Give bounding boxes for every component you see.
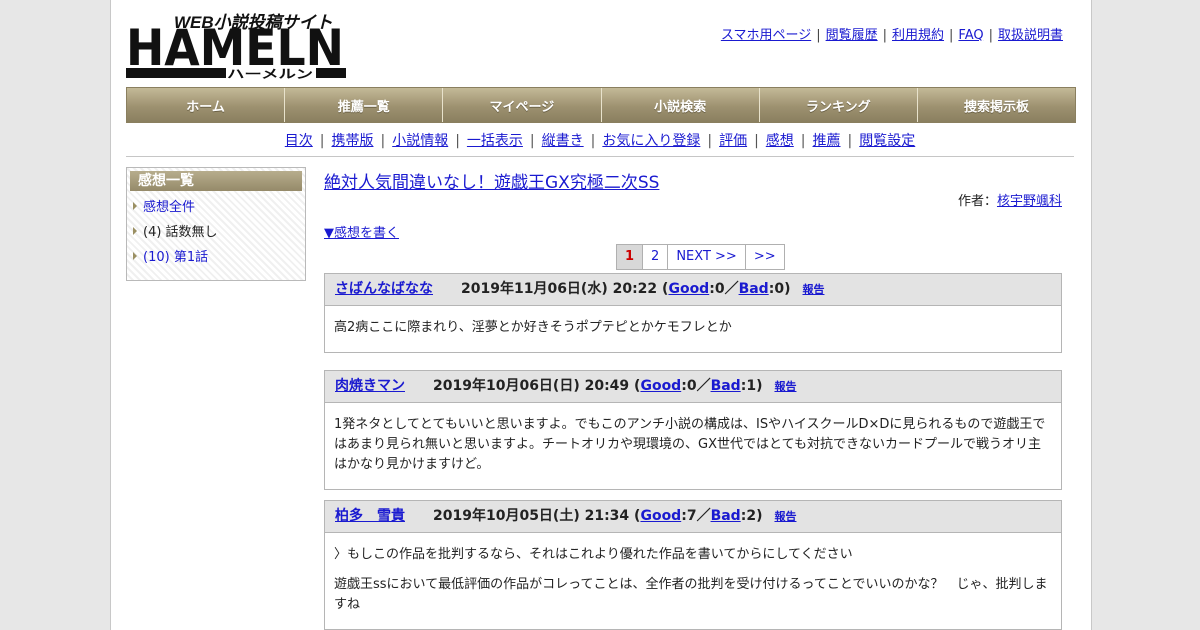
logo-kana: ハーメルン bbox=[227, 67, 313, 80]
history-link[interactable]: 閲覧履歴 bbox=[826, 28, 878, 43]
review-sidebar: 感想一覧 感想全件 (4) 話数無し (10) 第1話 bbox=[126, 167, 306, 281]
review-date: 2019年10月06日(日) 20:49 bbox=[433, 378, 630, 394]
subnav-recommend[interactable]: 推薦 bbox=[813, 133, 841, 149]
review-text: 1発ネタとしてとてもいいと思いますよ。でもこのアンチ小説の構成は、ISやハイスク… bbox=[334, 417, 1046, 472]
good-count: 0 bbox=[714, 281, 725, 297]
top-links: スマホ用ページ | 閲覧履歴 | 利用規約 | FAQ | 取扱説明書 bbox=[720, 28, 1063, 43]
author-line: 作者：核宇野颯科 bbox=[958, 190, 1062, 209]
bad-count: 0 bbox=[774, 281, 785, 297]
bullet-icon bbox=[133, 252, 137, 260]
faq-link[interactable]: FAQ bbox=[958, 28, 983, 43]
reviewer-name[interactable]: 肉焼きマン bbox=[335, 378, 405, 394]
reviewer-name[interactable]: 柏多 雪貴 bbox=[335, 508, 405, 524]
page: WEB小説投稿サイト HAMELN ハーメルン スマホ用ページ | 閲覧履歴 | 利用規… bbox=[110, 0, 1092, 630]
review-date: 2019年11月06日(水) 20:22 bbox=[461, 281, 658, 297]
pager-last[interactable]: >> bbox=[745, 245, 784, 269]
review-text: 遊戯王ssにおいて最低評価の作品がコレってことは、全作者の批判を受け付けるってこ… bbox=[334, 577, 1048, 612]
nav-recommend-list[interactable]: 推薦一覧 bbox=[285, 88, 444, 122]
sidebar-item-episode-1[interactable]: (10) 第1話 bbox=[127, 245, 305, 270]
subnav-favorite[interactable]: お気に入り登録 bbox=[602, 133, 700, 149]
nav-novel-search[interactable]: 小説検索 bbox=[601, 88, 760, 122]
subnav-toc[interactable]: 目次 bbox=[285, 133, 313, 149]
review-header: 柏多 雪貴 2019年10月05日(土) 21:34 (Good:7／Bad:2)… bbox=[325, 501, 1061, 533]
review-body: 1発ネタとしてとてもいいと思いますよ。でもこのアンチ小説の構成は、ISやハイスク… bbox=[325, 403, 1061, 489]
bad-button[interactable]: Bad bbox=[711, 378, 741, 394]
smartphone-page-link[interactable]: スマホ用ページ bbox=[721, 28, 811, 43]
pager: 1 2 NEXT >> >> bbox=[616, 244, 785, 270]
sidebar-item-label[interactable]: 感想全件 bbox=[143, 200, 195, 215]
report-link[interactable]: 報告 bbox=[802, 283, 824, 296]
review-text: 〉もしこの作品を批判するなら、それはこれより優れた作品を書いてからにしてください bbox=[334, 547, 853, 562]
main-content: 絶対人気間違いなし！遊戯王GX究極二次SS 作者：核宇野颯科 ▼感想を書く 1 … bbox=[324, 168, 1062, 630]
sidebar-item-all[interactable]: 感想全件 bbox=[127, 195, 305, 220]
subnav-novel-info[interactable]: 小説情報 bbox=[392, 133, 448, 149]
sidebar-item-no-episode: (4) 話数無し bbox=[127, 220, 305, 245]
pager-current: 1 bbox=[617, 245, 644, 269]
bad-count: 1 bbox=[746, 378, 757, 394]
report-link[interactable]: 報告 bbox=[774, 380, 796, 393]
author-label: 作者： bbox=[957, 194, 997, 209]
good-button[interactable]: Good bbox=[668, 281, 709, 297]
subnav-show-all[interactable]: 一括表示 bbox=[467, 133, 523, 149]
manual-link[interactable]: 取扱説明書 bbox=[998, 28, 1063, 43]
review-header: さばんなばなな 2019年11月06日(水) 20:22 (Good:0／Bad:… bbox=[325, 274, 1061, 306]
nav-mypage[interactable]: マイページ bbox=[443, 88, 602, 122]
subnav-view-settings[interactable]: 閲覧設定 bbox=[859, 133, 915, 149]
bad-button[interactable]: Bad bbox=[739, 281, 769, 297]
write-review-link[interactable]: ▼感想を書く bbox=[324, 222, 399, 241]
report-link[interactable]: 報告 bbox=[774, 510, 796, 523]
subnav-mobile[interactable]: 携帯版 bbox=[331, 133, 373, 149]
review-body: 〉もしこの作品を批判するなら、それはこれより優れた作品を書いてからにしてください… bbox=[325, 533, 1061, 629]
sidebar-item-label: (4) 話数無し bbox=[143, 225, 218, 240]
review-header: 肉焼きマン 2019年10月06日(日) 20:49 (Good:0／Bad:1)… bbox=[325, 371, 1061, 403]
sidebar-title: 感想一覧 bbox=[130, 171, 302, 191]
good-count: 0 bbox=[686, 378, 697, 394]
review-item: さばんなばなな 2019年11月06日(水) 20:22 (Good:0／Bad:… bbox=[324, 273, 1062, 353]
pager-page-2[interactable]: 2 bbox=[643, 245, 669, 269]
review-item: 柏多 雪貴 2019年10月05日(土) 21:34 (Good:7／Bad:2)… bbox=[324, 500, 1062, 630]
author-link[interactable]: 核宇野颯科 bbox=[997, 194, 1062, 209]
bad-button[interactable]: Bad bbox=[711, 508, 741, 524]
subnav-rating[interactable]: 評価 bbox=[719, 133, 747, 149]
reviewer-name[interactable]: さばんなばなな bbox=[335, 281, 433, 297]
subnav-vertical[interactable]: 縦書き bbox=[542, 133, 584, 149]
review-item: 肉焼きマン 2019年10月06日(日) 20:49 (Good:0／Bad:1)… bbox=[324, 370, 1062, 490]
good-button[interactable]: Good bbox=[640, 378, 681, 394]
novel-title[interactable]: 絶対人気間違いなし！遊戯王GX究極二次SS bbox=[324, 168, 659, 193]
good-count: 7 bbox=[686, 508, 697, 524]
review-text: 高2病ここに際まれり、淫夢とか好きそうポプテピとかケモフレとか bbox=[334, 320, 732, 335]
nav-search-board[interactable]: 捜索掲示板 bbox=[917, 88, 1076, 122]
sidebar-item-label[interactable]: (10) 第1話 bbox=[143, 250, 208, 265]
bad-count: 2 bbox=[746, 508, 757, 524]
nav-ranking[interactable]: ランキング bbox=[759, 88, 918, 122]
review-date: 2019年10月05日(土) 21:34 bbox=[433, 508, 630, 524]
bullet-icon bbox=[133, 227, 137, 235]
nav-home[interactable]: ホーム bbox=[127, 88, 286, 122]
review-body: 高2病ここに際まれり、淫夢とか好きそうポプテピとかケモフレとか bbox=[325, 306, 1061, 352]
good-button[interactable]: Good bbox=[640, 508, 681, 524]
terms-link[interactable]: 利用規約 bbox=[892, 28, 944, 43]
subnav-reviews[interactable]: 感想 bbox=[766, 133, 794, 149]
main-nav: ホーム 推薦一覧 マイページ 小説検索 ランキング 捜索掲示板 bbox=[126, 87, 1076, 123]
sub-nav: 目次 | 携帯版 | 小説情報 | 一括表示 | 縦書き | お気に入り登録 | 評価 | 感想 | 推薦 | 閲覧… bbox=[284, 133, 916, 149]
hameln-logo[interactable]: WEB小説投稿サイト HAMELN ハーメルン bbox=[126, 10, 346, 80]
bullet-icon bbox=[133, 202, 137, 210]
divider bbox=[126, 156, 1074, 157]
pager-next[interactable]: NEXT >> bbox=[668, 245, 746, 269]
